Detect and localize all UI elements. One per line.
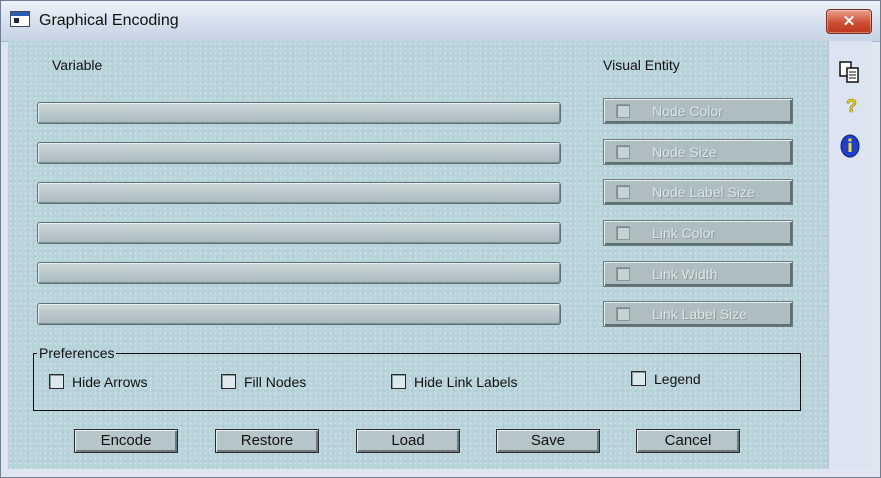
- link-width-label: Link Width: [652, 266, 718, 282]
- node-color-checkbox[interactable]: [616, 104, 630, 118]
- link-color-label: Link Color: [652, 225, 716, 241]
- link-label-size-checkbox[interactable]: [616, 307, 630, 321]
- hide-arrows-label[interactable]: Hide Arrows: [72, 374, 147, 390]
- window-title: Graphical Encoding: [39, 12, 179, 29]
- cancel-button[interactable]: Cancel: [636, 429, 740, 453]
- visual-entity-link-color[interactable]: Link Color: [603, 220, 793, 246]
- link-color-checkbox[interactable]: [616, 226, 630, 240]
- variable-field-6[interactable]: [37, 303, 561, 325]
- link-width-checkbox[interactable]: [616, 267, 630, 281]
- legend-checkbox[interactable]: [631, 371, 646, 386]
- node-size-label: Node Size: [652, 144, 717, 160]
- variable-field-1[interactable]: [37, 102, 561, 124]
- visual-entity-link-label-size[interactable]: Link Label Size: [603, 301, 793, 327]
- restore-button[interactable]: Restore: [215, 429, 319, 453]
- variable-field-5[interactable]: [37, 262, 561, 284]
- close-icon: ✕: [842, 13, 856, 30]
- copy-icon[interactable]: [837, 59, 863, 85]
- variable-field-2[interactable]: [37, 142, 561, 164]
- visual-entity-header: Visual Entity: [603, 57, 680, 73]
- visual-entity-node-size[interactable]: Node Size: [603, 139, 793, 165]
- preferences-legend: Preferences: [37, 345, 117, 361]
- visual-entity-node-label-size[interactable]: Node Label Size: [603, 179, 793, 205]
- title-bar[interactable]: Graphical Encoding ✕: [1, 1, 880, 42]
- node-color-label: Node Color: [652, 103, 723, 119]
- visual-entity-node-color[interactable]: Node Color: [603, 98, 793, 124]
- close-button[interactable]: ✕: [826, 9, 872, 34]
- legend-label[interactable]: Legend: [654, 371, 701, 387]
- info-icon[interactable]: [837, 133, 863, 159]
- node-label-size-label: Node Label Size: [652, 184, 755, 200]
- hide-arrows-checkbox[interactable]: [49, 374, 64, 389]
- svg-text:?: ?: [846, 96, 857, 116]
- link-label-size-label: Link Label Size: [652, 306, 747, 322]
- fill-nodes-label[interactable]: Fill Nodes: [244, 374, 306, 390]
- hide-link-labels-checkbox[interactable]: [391, 374, 406, 389]
- visual-entity-link-width[interactable]: Link Width: [603, 261, 793, 287]
- fill-nodes-checkbox[interactable]: [221, 374, 236, 389]
- hide-link-labels-label[interactable]: Hide Link Labels: [414, 374, 518, 390]
- variable-field-3[interactable]: [37, 182, 561, 204]
- side-toolbar: ?: [828, 41, 872, 469]
- help-icon[interactable]: ?: [837, 93, 863, 119]
- variable-field-4[interactable]: [37, 222, 561, 244]
- variable-header: Variable: [52, 57, 103, 73]
- app-icon: [10, 11, 30, 27]
- node-size-checkbox[interactable]: [616, 145, 630, 159]
- encode-button[interactable]: Encode: [74, 429, 178, 453]
- node-label-size-checkbox[interactable]: [616, 185, 630, 199]
- load-button[interactable]: Load: [356, 429, 460, 453]
- save-button[interactable]: Save: [496, 429, 600, 453]
